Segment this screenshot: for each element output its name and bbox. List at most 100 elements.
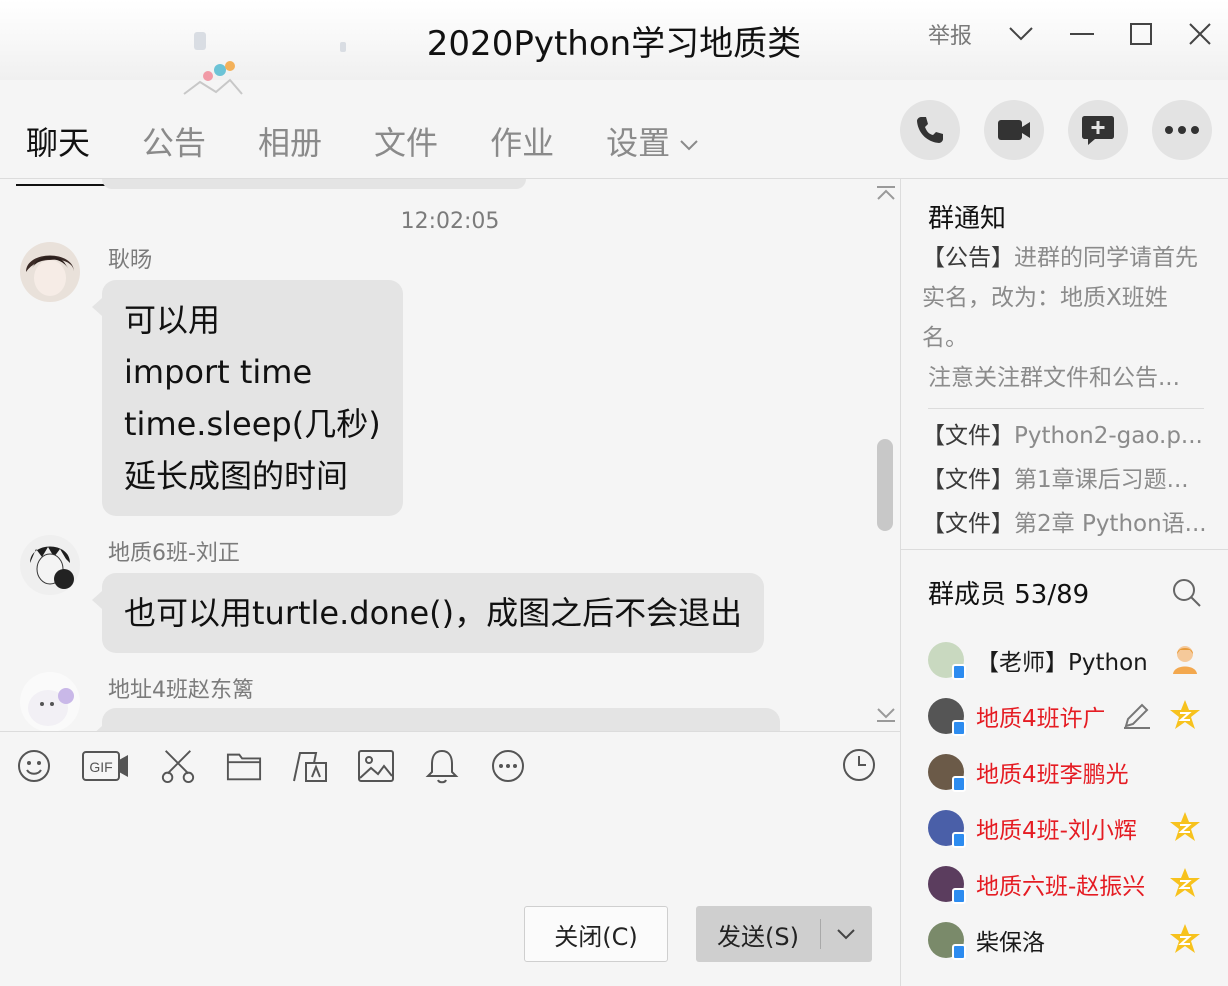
bell-icon <box>425 749 459 784</box>
video-call-button[interactable] <box>984 100 1044 160</box>
search-icon[interactable] <box>1172 578 1202 608</box>
more-circle-icon <box>492 750 524 782</box>
group-members-title: 群成员 53/89 <box>928 580 1090 610</box>
member-name: 地质4班许广 <box>976 706 1104 732</box>
send-file-button[interactable] <box>226 746 262 786</box>
message-line: 可以用 <box>124 301 221 339</box>
poke-button[interactable] <box>424 746 460 786</box>
file-name: Python2-gao.p... <box>1014 423 1203 449</box>
tab-homework[interactable]: 作业 <box>464 100 580 186</box>
minimize-icon[interactable] <box>1070 32 1094 36</box>
scroll-top-icon[interactable] <box>876 185 896 201</box>
close-icon[interactable] <box>1188 22 1212 46</box>
member-name: 地质4班-刘小辉 <box>976 818 1137 844</box>
tab-chat[interactable]: 聊天 <box>0 100 117 186</box>
admin-star-icon <box>1170 812 1200 841</box>
phone-call-button[interactable] <box>900 100 960 160</box>
more-tools-button[interactable] <box>490 746 526 786</box>
emoji-button[interactable] <box>16 746 52 786</box>
file-item[interactable]: 【文件】第1章课后习题... <box>922 458 1212 502</box>
member-item[interactable]: 地质六班-赵振兴 <box>928 856 1218 912</box>
member-item[interactable]: 地质4班李鹏光 <box>928 744 1218 800</box>
mobile-online-icon <box>952 944 966 960</box>
message-bubble[interactable] <box>92 708 780 731</box>
scroll-bottom-icon[interactable] <box>876 707 896 723</box>
message-line: 也可以用turtle.done()，成图之后不会退出 <box>124 594 743 632</box>
tab-announcement[interactable]: 公告 <box>116 100 232 186</box>
member-item[interactable]: 地质4班-刘小辉 <box>928 800 1218 856</box>
chevron-down-icon[interactable] <box>1008 26 1034 42</box>
group-notice[interactable]: 【公告】进群的同学请首先实名，改为：地质X班姓名。 注意关注群文件和公告... <box>922 238 1206 398</box>
avatar <box>928 922 966 960</box>
tab-settings[interactable]: 设置 <box>580 100 724 186</box>
member-name: 【老师】Python <box>976 650 1148 676</box>
message-bubble[interactable]: 可以用 import time time.sleep(几秒) 延长成图的时间 <box>92 280 403 516</box>
panel-divider <box>900 179 901 986</box>
notice-divider <box>928 408 1204 409</box>
panel-divider-horizontal <box>901 549 1228 550</box>
tab-label: 文件 <box>374 124 439 162</box>
send-options-button[interactable] <box>821 928 871 940</box>
mobile-online-icon <box>952 888 966 904</box>
message-line: 延长成图的时间 <box>124 457 349 495</box>
file-tag: 【文件】 <box>922 511 1014 537</box>
gif-button[interactable]: GIF <box>82 746 130 786</box>
admin-star-icon <box>1170 868 1200 897</box>
tab-label: 公告 <box>142 124 207 162</box>
message-line: import time <box>124 353 313 391</box>
file-name: 第1章课后习题... <box>1014 467 1189 493</box>
close-button[interactable]: 关闭(C) <box>524 906 668 962</box>
image-button[interactable] <box>358 746 394 786</box>
member-list: 【老师】Python 地质4班许广 地质4班李鹏光 地质4班-刘小辉 地质六班-… <box>928 632 1218 968</box>
tab-bar: 聊天 公告 相册 文件 作业 设置 <box>0 100 900 186</box>
chevron-down-icon <box>680 140 698 151</box>
avatar[interactable] <box>20 672 80 731</box>
avatar <box>928 698 966 736</box>
message-input[interactable] <box>0 800 900 890</box>
member-item[interactable]: 【老师】Python <box>928 632 1218 688</box>
chat-history[interactable]: 12:02:05 耿旸 可以用 import time time.sleep(几… <box>0 179 900 731</box>
avatar <box>928 754 966 792</box>
owner-icon <box>1173 646 1197 674</box>
message-line: time.sleep(几秒) <box>124 405 381 443</box>
toolbar-divider <box>0 731 900 732</box>
message-bubble[interactable]: 也可以用turtle.done()，成图之后不会退出 <box>91 573 765 653</box>
tab-label: 作业 <box>490 124 555 162</box>
smile-icon <box>18 750 50 782</box>
member-item[interactable]: 柴保洛 <box>928 912 1218 968</box>
message-timestamp: 12:02:05 <box>400 209 500 234</box>
edit-icon[interactable] <box>1122 700 1152 730</box>
fonts-icon <box>293 752 327 782</box>
mobile-online-icon <box>952 776 966 792</box>
tab-files[interactable]: 文件 <box>348 100 464 186</box>
admin-star-icon <box>1170 700 1200 729</box>
previous-message-bubble <box>102 179 526 189</box>
maximize-icon[interactable] <box>1130 23 1152 45</box>
tab-album[interactable]: 相册 <box>232 100 348 186</box>
send-label: 发送(S) <box>717 922 799 951</box>
avatar <box>928 866 966 904</box>
close-label: 关闭(C) <box>554 922 638 951</box>
admin-star-icon <box>1170 924 1200 953</box>
avatar[interactable] <box>20 535 80 595</box>
clock-icon[interactable] <box>842 748 876 782</box>
mobile-online-icon <box>952 720 966 736</box>
group-notice-title: 群通知 <box>928 204 1007 234</box>
folder-icon <box>226 753 262 781</box>
avatar <box>928 642 966 680</box>
member-name: 柴保洛 <box>976 930 1045 956</box>
more-button[interactable] <box>1152 100 1212 160</box>
tab-label: 聊天 <box>26 124 91 162</box>
file-item[interactable]: 【文件】Python2-gao.p... <box>922 414 1212 458</box>
font-button[interactable] <box>292 746 328 786</box>
scrollbar-thumb[interactable] <box>877 439 893 531</box>
new-discussion-button[interactable] <box>1068 100 1128 160</box>
scissors-icon <box>161 750 195 784</box>
member-item[interactable]: 地质4班许广 <box>928 688 1218 744</box>
file-item[interactable]: 【文件】第2章 Python语... <box>922 502 1212 546</box>
report-button[interactable]: 举报 <box>928 18 972 50</box>
screenshot-button[interactable] <box>160 746 196 786</box>
send-button[interactable]: 发送(S) <box>696 906 872 962</box>
member-name: 地质4班李鹏光 <box>976 762 1129 788</box>
avatar[interactable] <box>20 242 80 302</box>
